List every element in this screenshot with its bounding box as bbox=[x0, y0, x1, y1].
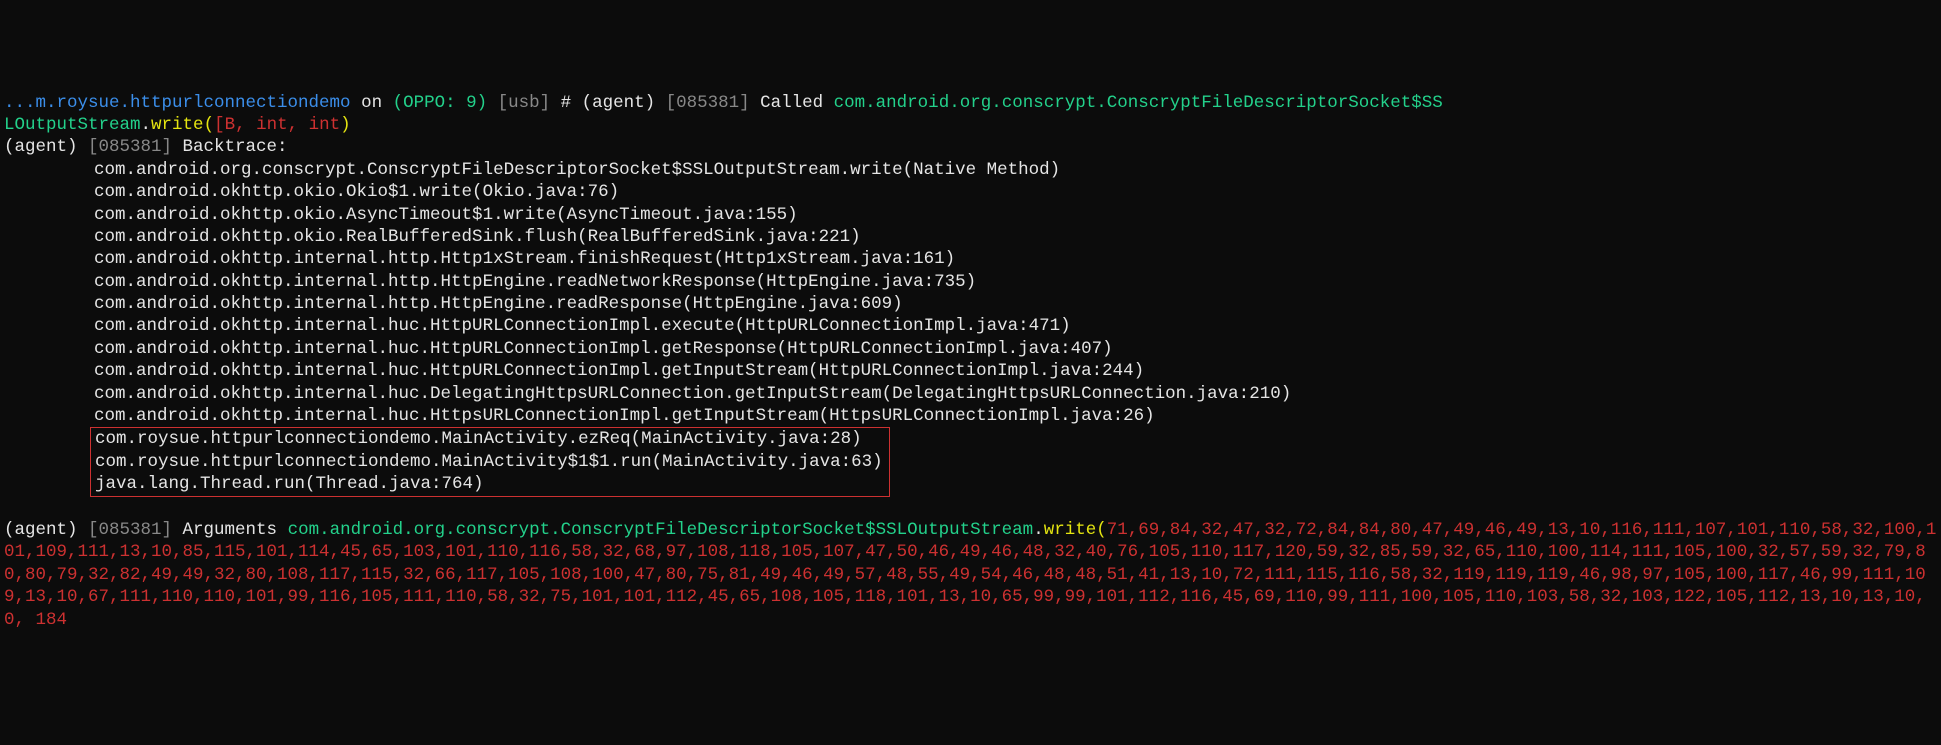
usb-label: [usb] bbox=[487, 93, 550, 113]
paren-open: ( bbox=[1096, 520, 1107, 540]
package-name: ...m.roysue.httpurlconnectiondemo bbox=[4, 93, 351, 113]
arguments-label: Arguments bbox=[172, 520, 288, 540]
on-text: on bbox=[351, 93, 393, 113]
stack-frame: com.android.org.conscrypt.ConscryptFileD… bbox=[4, 159, 1937, 181]
backtrace-header: (agent) [085381] Backtrace: bbox=[4, 137, 288, 157]
args-method: write bbox=[1044, 520, 1097, 540]
method-args: [B, int, int bbox=[214, 115, 340, 135]
terminal-output[interactable]: ...m.roysue.httpurlconnectiondemo on (OP… bbox=[4, 92, 1937, 631]
args-class: com.android.org.conscrypt.ConscryptFileD… bbox=[288, 520, 1034, 540]
paren-close: ) bbox=[340, 115, 351, 135]
called-label: Called bbox=[750, 93, 834, 113]
stack-frame: com.android.okhttp.internal.http.Http1xS… bbox=[4, 248, 1937, 270]
stack-frame: com.android.okhttp.internal.huc.Delegati… bbox=[4, 383, 1937, 405]
stack-frame: java.lang.Thread.run(Thread.java:764) bbox=[95, 474, 484, 494]
paren-open: ( bbox=[204, 115, 215, 135]
dot: . bbox=[141, 115, 152, 135]
pid-label: [085381] bbox=[88, 137, 172, 157]
stack-frame: com.roysue.httpurlconnectiondemo.MainAct… bbox=[95, 452, 883, 472]
stack-frame: com.android.okhttp.okio.AsyncTimeout$1.w… bbox=[4, 204, 1937, 226]
stack-frame: com.android.okhttp.okio.Okio$1.write(Oki… bbox=[4, 181, 1937, 203]
highlighted-frames: com.roysue.httpurlconnectiondemo.MainAct… bbox=[90, 427, 890, 496]
agent-label: (agent) bbox=[582, 93, 666, 113]
backtrace-label: Backtrace: bbox=[172, 137, 288, 157]
agent-label: (agent) bbox=[4, 520, 88, 540]
stack-frame: com.android.okhttp.okio.RealBufferedSink… bbox=[4, 226, 1937, 248]
hash-prompt: # bbox=[550, 93, 582, 113]
arguments-line: (agent) [085381] Arguments com.android.o… bbox=[4, 520, 1936, 630]
stack-frame: com.android.okhttp.internal.huc.HttpURLC… bbox=[4, 338, 1937, 360]
stack-frame: com.android.okhttp.internal.huc.HttpURLC… bbox=[4, 315, 1937, 337]
pid-label: [085381] bbox=[88, 520, 172, 540]
stack-frame: com.android.okhttp.internal.http.HttpEng… bbox=[4, 271, 1937, 293]
agent-label: (agent) bbox=[4, 137, 88, 157]
stack-frame: com.android.okhttp.internal.huc.HttpURLC… bbox=[4, 360, 1937, 382]
device-name: (OPPO: 9) bbox=[393, 93, 488, 113]
method-name: write bbox=[151, 115, 204, 135]
stack-frame: com.android.okhttp.internal.http.HttpEng… bbox=[4, 293, 1937, 315]
stack-frame: com.roysue.httpurlconnectiondemo.MainAct… bbox=[95, 429, 862, 449]
dot: . bbox=[1033, 520, 1044, 540]
pid-label: [085381] bbox=[666, 93, 750, 113]
stack-frame: com.android.okhttp.internal.huc.HttpsURL… bbox=[4, 405, 1937, 427]
called-class-1: com.android.org.conscrypt.ConscryptFileD… bbox=[834, 93, 1443, 113]
called-class-2: LOutputStream bbox=[4, 115, 141, 135]
prompt-line: ...m.roysue.httpurlconnectiondemo on (OP… bbox=[4, 93, 1443, 135]
